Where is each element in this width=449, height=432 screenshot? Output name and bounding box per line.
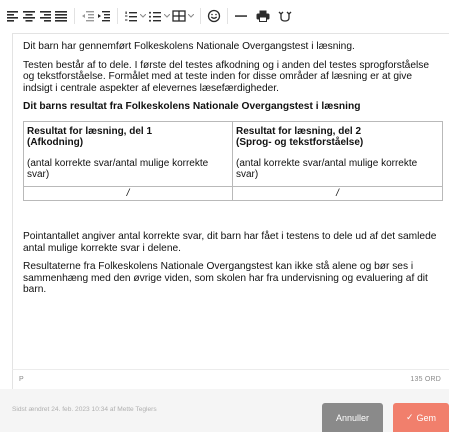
- table-cell[interactable]: Resultat for læsning, del 1 (Afkodning) …: [23, 120, 233, 187]
- align-justify-icon[interactable]: [54, 6, 68, 26]
- editor-statusbar: P 135 ORD: [12, 369, 449, 389]
- col2-title: Resultat for læsning, del 2: [236, 125, 362, 137]
- last-modified-text: Sidst ændret 24. feb. 2023 10:34 af Mett…: [12, 406, 157, 413]
- results-table: Resultat for læsning, del 1 (Afkodning) …: [23, 120, 443, 202]
- element-path[interactable]: P: [19, 376, 24, 383]
- col1-subtitle: (Afkodning): [27, 137, 84, 149]
- toolbar-separator: [117, 8, 118, 24]
- save-label: Gem: [416, 412, 437, 423]
- col1-value[interactable]: /: [23, 185, 233, 202]
- align-left-icon[interactable]: [6, 6, 20, 26]
- col1-title: Resultat for læsning, del 1: [27, 125, 153, 137]
- print-icon[interactable]: [256, 6, 270, 26]
- results-heading: Dit barns resultat fra Folkeskolens Nati…: [23, 101, 361, 113]
- table-row: Resultat for læsning, del 1 (Afkodning) …: [23, 120, 443, 187]
- table-cell[interactable]: Resultat for læsning, del 2 (Sprog- og t…: [232, 120, 443, 187]
- numbered-list-icon[interactable]: [124, 6, 146, 26]
- toolbar-separator: [74, 8, 75, 24]
- save-button[interactable]: ✓ Gem: [393, 403, 449, 432]
- results-paragraph: Resultaterne fra Folkeskolens Nationale …: [23, 261, 428, 296]
- points-paragraph: Pointantallet angiver antal korrekte sva…: [23, 231, 437, 254]
- col2-note: (antal korrekte svar/antal mulige korrek…: [236, 157, 418, 181]
- table-icon[interactable]: [172, 6, 194, 26]
- intro-paragraph: Dit barn har gennemført Folkeskolens Nat…: [23, 41, 355, 52]
- description-paragraph: Testen består af to dele. I første del t…: [23, 59, 430, 94]
- editor-area[interactable]: Dit barn har gennemført Folkeskolens Nat…: [12, 33, 449, 369]
- col2-subtitle: (Sprog- og tekstforståelse): [236, 137, 364, 149]
- check-icon: ✓: [405, 412, 414, 422]
- bullet-list-icon[interactable]: [148, 6, 170, 26]
- toolbar-separator: [227, 8, 228, 24]
- outdent-icon[interactable]: [81, 6, 95, 26]
- col1-note: (antal korrekte svar/antal mulige korrek…: [27, 157, 209, 181]
- emoticon-icon[interactable]: [207, 6, 221, 26]
- toolbar-separator: [200, 8, 201, 24]
- cancel-label: Annuller: [335, 412, 370, 423]
- align-center-icon[interactable]: [22, 6, 36, 26]
- cancel-button[interactable]: Annuller: [322, 403, 383, 432]
- col2-value[interactable]: /: [232, 185, 443, 202]
- table-row: / /: [23, 185, 443, 202]
- footer-bar: Sidst ændret 24. feb. 2023 10:34 af Mett…: [0, 389, 449, 432]
- undo-icon[interactable]: [278, 6, 292, 26]
- indent-icon[interactable]: [97, 6, 111, 26]
- editor-content[interactable]: Dit barn har gennemført Folkeskolens Nat…: [13, 34, 449, 296]
- editor-toolbar: [0, 0, 449, 32]
- align-right-icon[interactable]: [38, 6, 52, 26]
- horizontal-line-icon[interactable]: [234, 6, 248, 26]
- word-count: 135 ORD: [410, 376, 441, 383]
